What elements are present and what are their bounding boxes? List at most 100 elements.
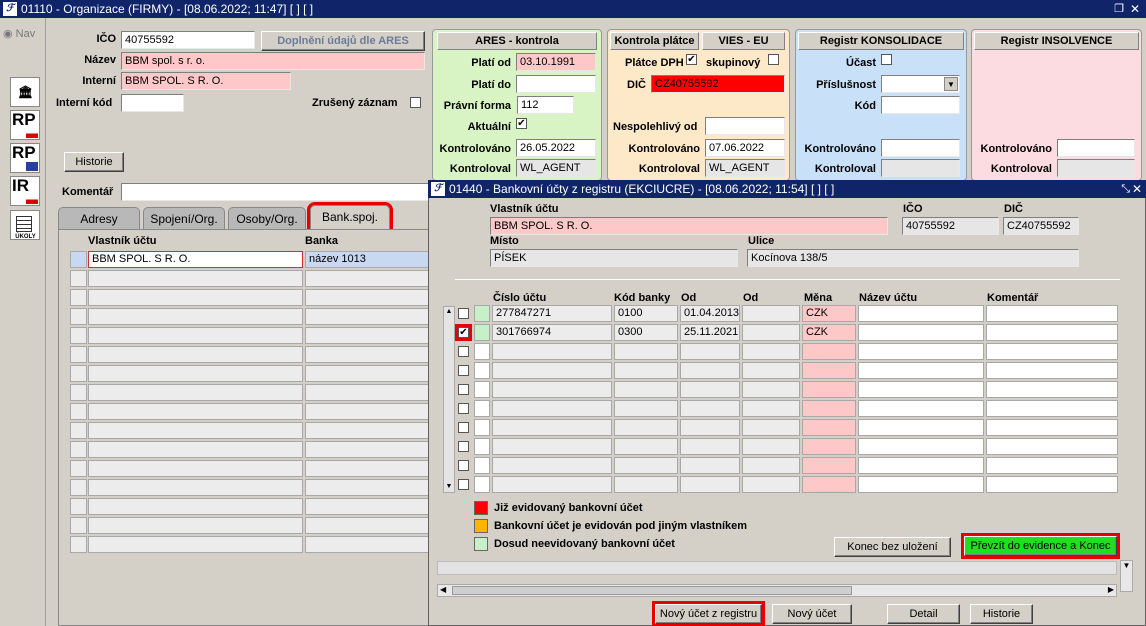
novy-ucet-z-registru-button[interactable]: Nový účet z registru (652, 601, 765, 626)
bank-banka-cell[interactable] (305, 365, 436, 382)
scroll-thumb[interactable] (452, 586, 852, 595)
cell-cislo[interactable] (492, 362, 612, 379)
platce-kontrolovano-field[interactable]: 07.06.2022 (705, 139, 785, 157)
ares-fill-button[interactable]: Doplnění údajů dle ARES (261, 31, 425, 51)
aktualni-checkbox[interactable]: ✔ (516, 118, 527, 129)
cell-kod[interactable] (614, 419, 678, 436)
close-icon[interactable]: ✕ (1132, 180, 1142, 198)
cell-cislo[interactable] (492, 438, 612, 455)
bank-banka-cell[interactable] (305, 479, 436, 496)
cell-od2[interactable] (742, 457, 800, 474)
ucast-checkbox[interactable] (881, 54, 892, 65)
cell-cislo[interactable] (492, 419, 612, 436)
cell-mena[interactable] (802, 438, 856, 455)
bank-vlastnik-cell[interactable] (88, 289, 303, 306)
ares-header[interactable]: ARES - kontrola (437, 32, 597, 50)
bank-banka-cell[interactable] (305, 460, 436, 477)
konsolidace-header[interactable]: Registr KONSOLIDACE (798, 32, 964, 50)
cell-kod[interactable] (614, 362, 678, 379)
cell-kod[interactable]: 0300 (614, 324, 678, 341)
row-checkbox[interactable] (458, 346, 469, 357)
interni-kod-field[interactable] (121, 94, 184, 112)
cell-od[interactable]: 25.11.2021 (680, 324, 740, 341)
cell-nazev[interactable] (858, 362, 984, 379)
dlg-dic-field[interactable]: CZ40755592 (1003, 217, 1079, 235)
detail-button[interactable]: Detail (887, 604, 960, 624)
nazev-field[interactable]: BBM spol. s r. o. (121, 52, 425, 70)
row-selector[interactable] (70, 308, 87, 325)
plati-od-field[interactable]: 03.10.1991 (516, 53, 596, 71)
cell-cislo[interactable] (492, 457, 612, 474)
bank-vlastnik-cell[interactable] (88, 384, 303, 401)
right-scrollbar[interactable]: ▼ (1120, 560, 1133, 592)
row-selector[interactable] (70, 441, 87, 458)
cell-kod[interactable]: 0100 (614, 305, 678, 322)
bank-banka-cell[interactable] (305, 441, 436, 458)
komentar-field[interactable] (121, 183, 431, 201)
cell-kod[interactable] (614, 400, 678, 417)
cell-komentar[interactable] (986, 400, 1118, 417)
horizontal-scrollbar[interactable]: ◀ ▶ (437, 584, 1117, 597)
cell-nazev[interactable] (858, 343, 984, 360)
dialog-scrollbar[interactable]: ▲ ▼ (443, 306, 455, 493)
row-selector[interactable] (70, 327, 87, 344)
cell-cislo[interactable]: 301766974 (492, 324, 612, 341)
zruseny-checkbox[interactable] (410, 97, 421, 108)
cell-komentar[interactable] (986, 438, 1118, 455)
bank-vlastnik-cell[interactable] (88, 327, 303, 344)
row-checkbox[interactable] (458, 384, 469, 395)
rp-cz-button[interactable]: RP (10, 110, 40, 140)
cell-od2[interactable] (742, 381, 800, 398)
bank-vlastnik-cell[interactable] (88, 479, 303, 496)
bank-banka-cell[interactable]: název 1013 (305, 251, 436, 268)
cell-komentar[interactable] (986, 419, 1118, 436)
row-selector[interactable] (70, 460, 87, 477)
cell-mena[interactable]: CZK (802, 305, 856, 322)
bank-vlastnik-cell[interactable] (88, 346, 303, 363)
cell-mena[interactable]: CZK (802, 324, 856, 341)
row-checkbox[interactable] (458, 365, 469, 376)
insolvence-header[interactable]: Registr INSOLVENCE (974, 32, 1139, 50)
historie-bottom-button[interactable]: Historie (970, 604, 1033, 624)
row-selector[interactable] (70, 270, 87, 287)
bank-banka-cell[interactable] (305, 517, 436, 534)
rp-eu-button[interactable]: RP (10, 143, 40, 173)
cell-komentar[interactable] (986, 343, 1118, 360)
cell-komentar[interactable] (986, 362, 1118, 379)
cell-od[interactable] (680, 419, 740, 436)
row-selector[interactable] (70, 422, 87, 439)
dlg-vlastnik-field[interactable]: BBM SPOL. S R. O. (490, 217, 888, 235)
cell-od[interactable] (680, 438, 740, 455)
bank-banka-cell[interactable] (305, 327, 436, 344)
row-selector[interactable] (70, 289, 87, 306)
novy-ucet-button[interactable]: Nový účet (772, 604, 852, 624)
cell-od2[interactable] (742, 362, 800, 379)
cell-od[interactable] (680, 362, 740, 379)
tab-osoby[interactable]: Osoby/Org. (228, 207, 306, 229)
bank-banka-cell[interactable] (305, 403, 436, 420)
cell-mena[interactable] (802, 419, 856, 436)
cell-od[interactable] (680, 381, 740, 398)
kons-kontrolovano-field[interactable] (881, 139, 960, 157)
vies-header[interactable]: VIES - EU (702, 32, 785, 50)
cell-od2[interactable] (742, 343, 800, 360)
bank-vlastnik-cell[interactable] (88, 441, 303, 458)
cell-cislo[interactable] (492, 476, 612, 493)
ico-field[interactable]: 40755592 (121, 31, 255, 49)
cell-nazev[interactable] (858, 324, 984, 341)
historie-button[interactable]: Historie (64, 152, 124, 172)
cell-od[interactable]: 01.04.2013 (680, 305, 740, 322)
scroll-left-icon[interactable]: ◀ (440, 585, 446, 594)
bank-banka-cell[interactable] (305, 384, 436, 401)
cell-komentar[interactable] (986, 476, 1118, 493)
row-selector[interactable] (70, 251, 87, 268)
platce-kontroloval-field[interactable]: WL_AGENT (705, 159, 785, 177)
cell-cislo[interactable] (492, 343, 612, 360)
scroll-right-icon[interactable]: ▶ (1108, 585, 1114, 594)
cell-nazev[interactable] (858, 305, 984, 322)
tab-bank-spoj[interactable]: Bank.spoj. (307, 202, 393, 232)
bank-banka-cell[interactable] (305, 422, 436, 439)
scroll-down-icon[interactable]: ▼ (444, 482, 454, 492)
scroll-up-icon[interactable]: ▲ (444, 307, 454, 317)
dlg-ico-field[interactable]: 40755592 (902, 217, 999, 235)
